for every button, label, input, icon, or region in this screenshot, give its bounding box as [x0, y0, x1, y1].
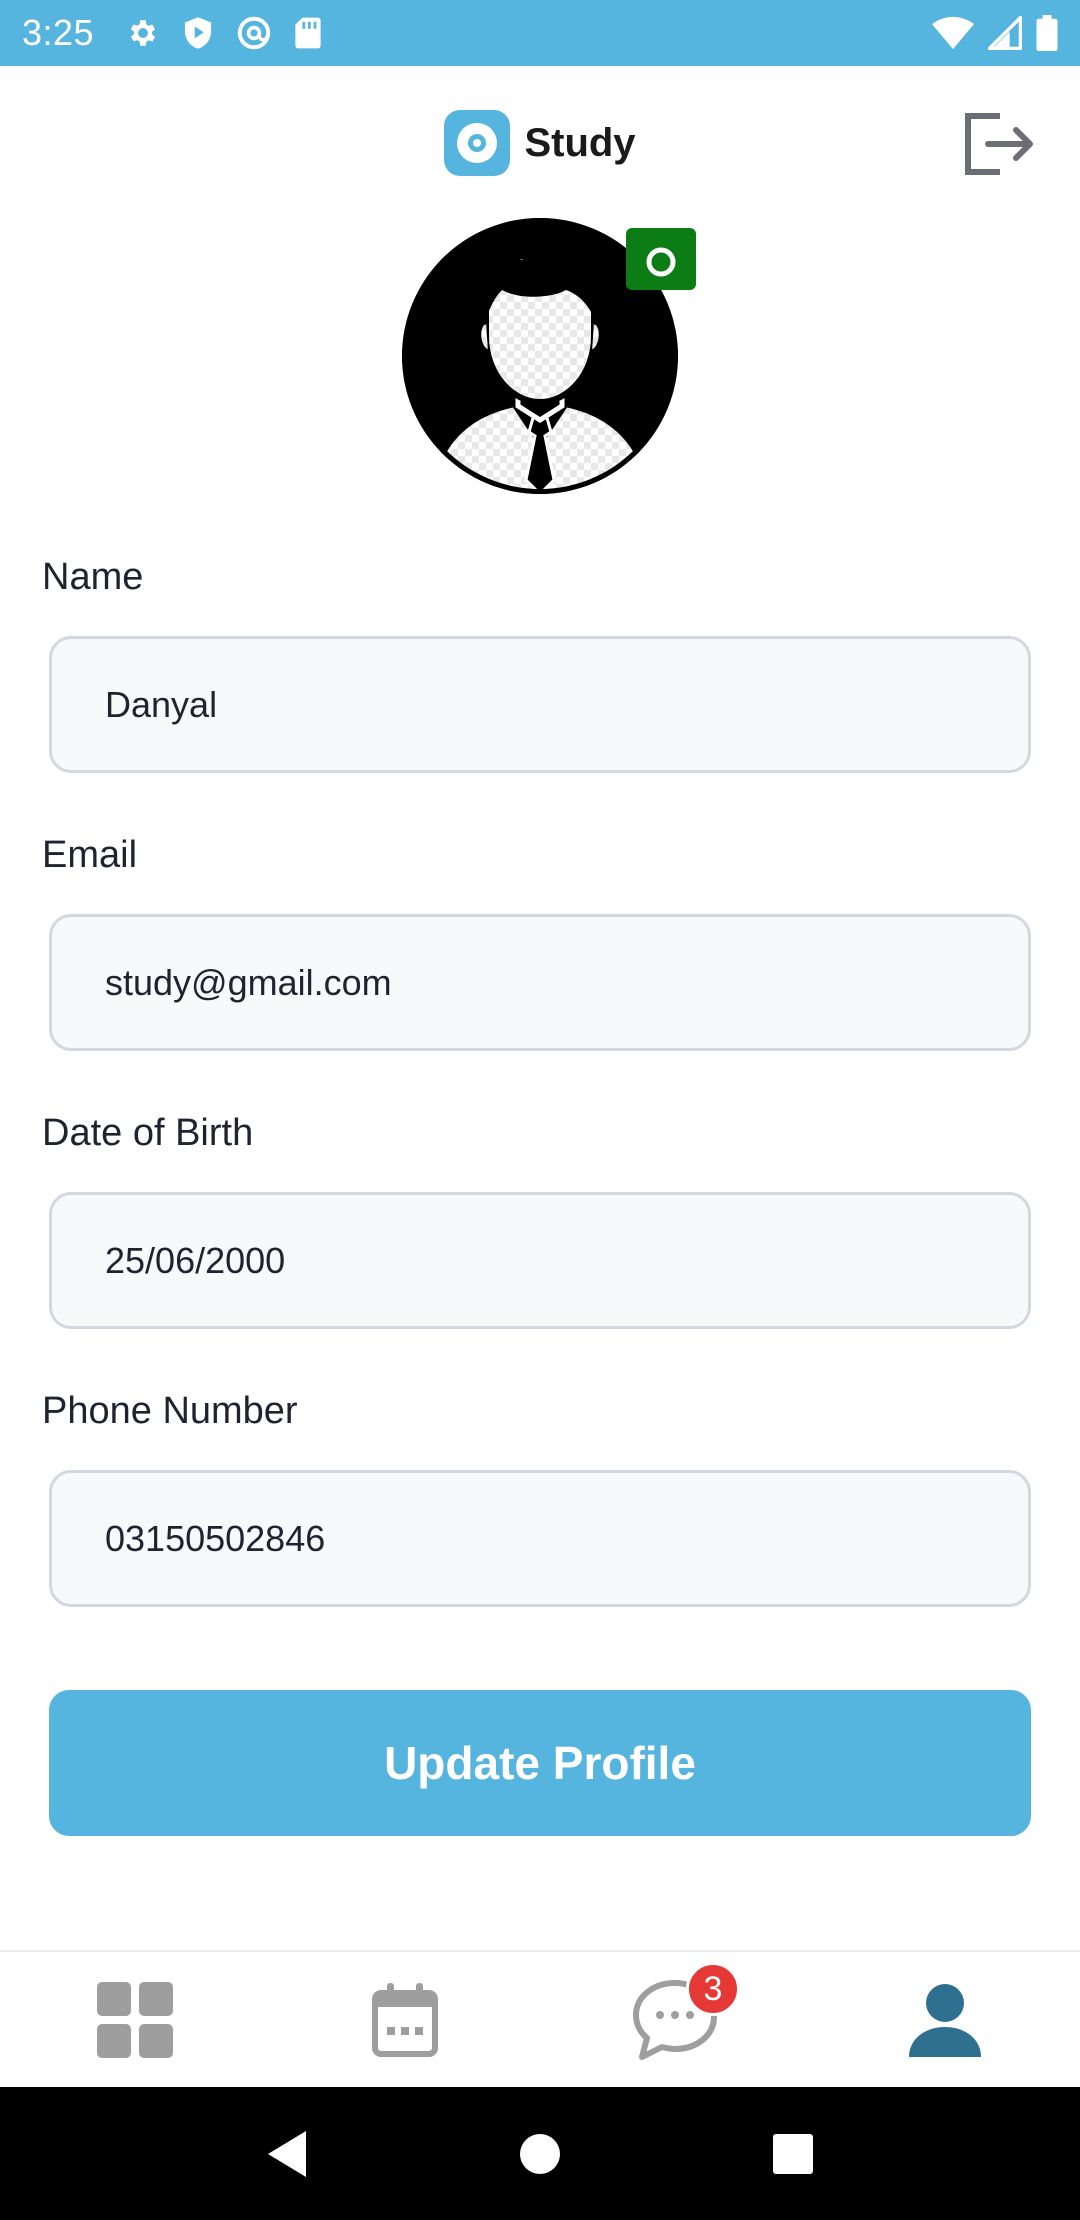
phone-label: Phone Number: [42, 1390, 298, 1432]
name-field-box: [49, 636, 1031, 773]
chat-badge: 3: [686, 1962, 740, 2016]
cell-signal-icon: [988, 16, 1022, 50]
back-triangle-icon: [267, 2130, 306, 2177]
app-logo-icon: [444, 110, 511, 176]
bottom-nav: 3: [0, 1950, 1080, 2087]
profile-icon: [909, 1983, 981, 2057]
email-field[interactable]: [105, 961, 1028, 1004]
sd-card-icon: [294, 16, 322, 50]
logout-icon: [965, 113, 1033, 175]
name-field[interactable]: [105, 683, 1028, 726]
dashboard-grid-icon: [97, 1981, 173, 2058]
recents-button[interactable]: [753, 2114, 833, 2194]
nav-item-calendar[interactable]: [270, 1952, 540, 2087]
avatar-container: [402, 218, 696, 494]
system-nav-bar: [0, 2087, 1080, 2220]
back-button[interactable]: [247, 2114, 327, 2194]
calendar-icon: [372, 1982, 438, 2057]
nav-item-chat[interactable]: 3: [540, 1952, 810, 2087]
brand: Study: [444, 110, 636, 176]
change-photo-button[interactable]: [626, 228, 696, 290]
nav-item-dashboard[interactable]: [0, 1952, 270, 2087]
app-title: Study: [524, 120, 636, 165]
gear-icon: [126, 16, 160, 50]
status-right-icons: [932, 15, 1058, 51]
app-header: Study: [0, 66, 1080, 220]
camera-icon: [630, 234, 692, 284]
shield-icon: [182, 16, 214, 50]
dob-field[interactable]: [105, 1239, 1028, 1282]
logout-button[interactable]: [964, 108, 1036, 180]
status-bar: 3:25: [0, 0, 1080, 66]
home-button[interactable]: [500, 2114, 580, 2194]
dob-field-box: [49, 1192, 1031, 1329]
phone-field[interactable]: [105, 1517, 1028, 1560]
status-time: 3:25: [22, 12, 95, 53]
status-left-icons: [126, 15, 322, 51]
home-circle-icon: [519, 2133, 560, 2174]
battery-icon: [1036, 15, 1058, 51]
email-field-box: [49, 914, 1031, 1051]
dob-label: Date of Birth: [42, 1112, 254, 1154]
email-label: Email: [42, 834, 138, 876]
name-label: Name: [42, 556, 144, 598]
nav-item-profile[interactable]: [810, 1952, 1080, 2087]
profile-screen: 3:25 Study Name Danyal Email study@gmail…: [0, 0, 1080, 2220]
recents-square-icon: [773, 2133, 814, 2174]
wifi-icon: [932, 16, 974, 50]
phone-field-box: [49, 1470, 1031, 1607]
update-profile-button[interactable]: Update Profile: [49, 1690, 1031, 1836]
at-sign-icon: [236, 15, 272, 51]
